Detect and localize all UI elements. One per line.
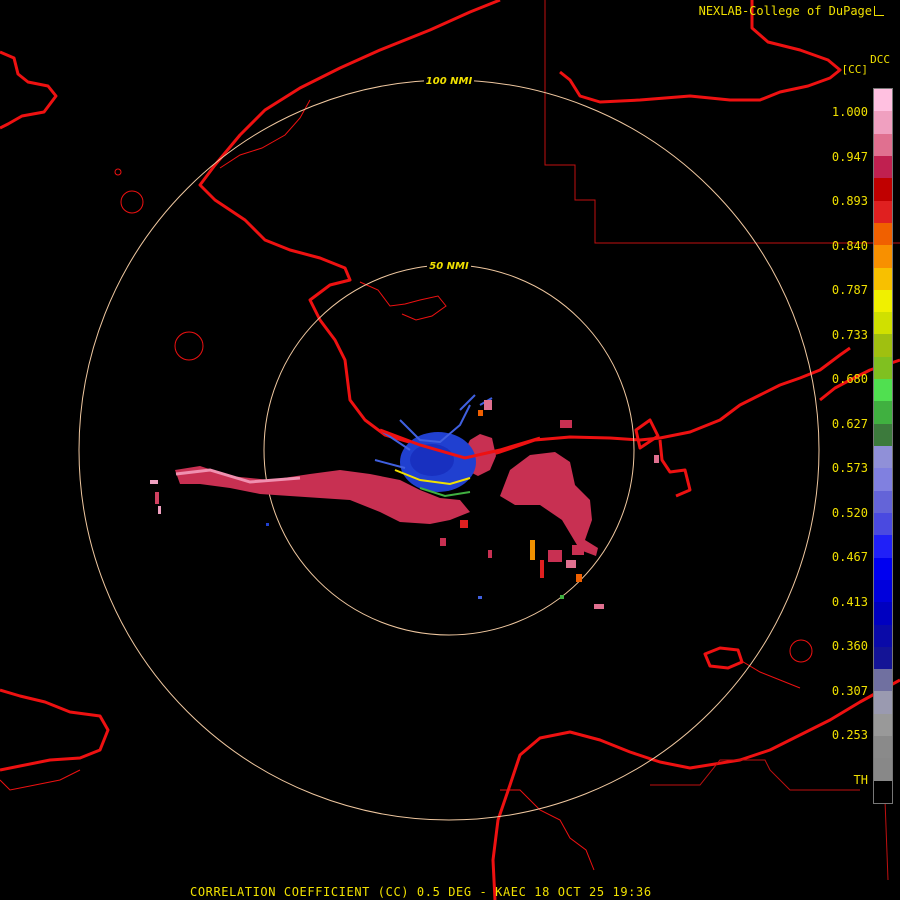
color-swatch — [874, 178, 892, 201]
color-scale-tick-label: 0.680 — [831, 372, 868, 386]
color-swatch — [874, 111, 892, 134]
ring-label-50: 50 NMI — [429, 261, 469, 272]
color-swatch — [874, 200, 892, 223]
radar-echoes — [150, 394, 659, 609]
color-swatch — [874, 468, 892, 491]
color-swatch — [874, 669, 892, 692]
color-swatch — [874, 222, 892, 246]
color-swatch — [874, 736, 892, 759]
color-scale-tick-label: 0.947 — [831, 149, 868, 164]
color-scale-tick-label: 0.573 — [831, 461, 868, 475]
color-scale-tick-label: TH — [853, 772, 868, 787]
color-swatch — [874, 245, 892, 268]
color-swatch — [874, 334, 892, 357]
product-title-footer: CORRELATION COEFFICIENT (CC) 0.5 DEG - K… — [190, 885, 652, 899]
ring-label-100: 100 NMI — [426, 76, 473, 87]
color-scale-tick-label: 0.893 — [831, 194, 868, 208]
color-scale-tick-label: 0.307 — [831, 683, 868, 698]
color-swatch — [874, 490, 892, 513]
color-swatch — [874, 780, 892, 803]
color-swatch — [874, 267, 892, 290]
color-scale-tick-label: 0.253 — [831, 728, 868, 742]
state-boundary — [544, 0, 900, 881]
color-scale-tick-label: 0.360 — [831, 639, 868, 653]
color-scale-tick-label: 0.787 — [831, 283, 868, 297]
color-swatch — [874, 356, 892, 380]
color-swatch — [874, 401, 892, 424]
product-code: DCC — [870, 53, 890, 66]
color-swatch — [874, 691, 892, 714]
color-swatch — [874, 423, 892, 446]
color-swatch — [874, 133, 892, 156]
color-swatch — [874, 289, 892, 313]
color-swatch — [874, 535, 892, 558]
radar-map: 100 NMI 50 NMI — [0, 0, 900, 900]
color-swatch — [874, 512, 892, 536]
color-scale-tick-label: 0.467 — [831, 550, 868, 564]
color-swatch — [874, 758, 892, 781]
color-swatch — [874, 624, 892, 647]
color-scale-tick-label: 0.840 — [831, 238, 868, 253]
color-swatch — [874, 379, 892, 402]
color-scale-tick-label: 1.000 — [831, 105, 868, 119]
unit-label: [CC] — [841, 63, 869, 76]
external-link-icon[interactable] — [874, 6, 884, 16]
color-swatch — [874, 602, 892, 625]
color-scale-tick-label: 0.733 — [831, 327, 868, 342]
color-swatch — [874, 557, 892, 580]
color-swatch — [874, 312, 892, 335]
color-scale-bar — [873, 88, 893, 804]
color-swatch — [874, 713, 892, 737]
color-swatch — [874, 646, 892, 670]
credit-label: NEXLAB-College of DuPage — [699, 4, 884, 18]
color-scale-tick-label: 0.627 — [831, 416, 868, 431]
color-swatch — [874, 89, 892, 112]
color-scale-tick-label: 0.520 — [831, 505, 868, 520]
color-scale-tick-label: 0.413 — [831, 594, 868, 609]
color-swatch — [874, 155, 892, 179]
color-swatch — [874, 579, 892, 603]
color-swatch — [874, 446, 892, 469]
